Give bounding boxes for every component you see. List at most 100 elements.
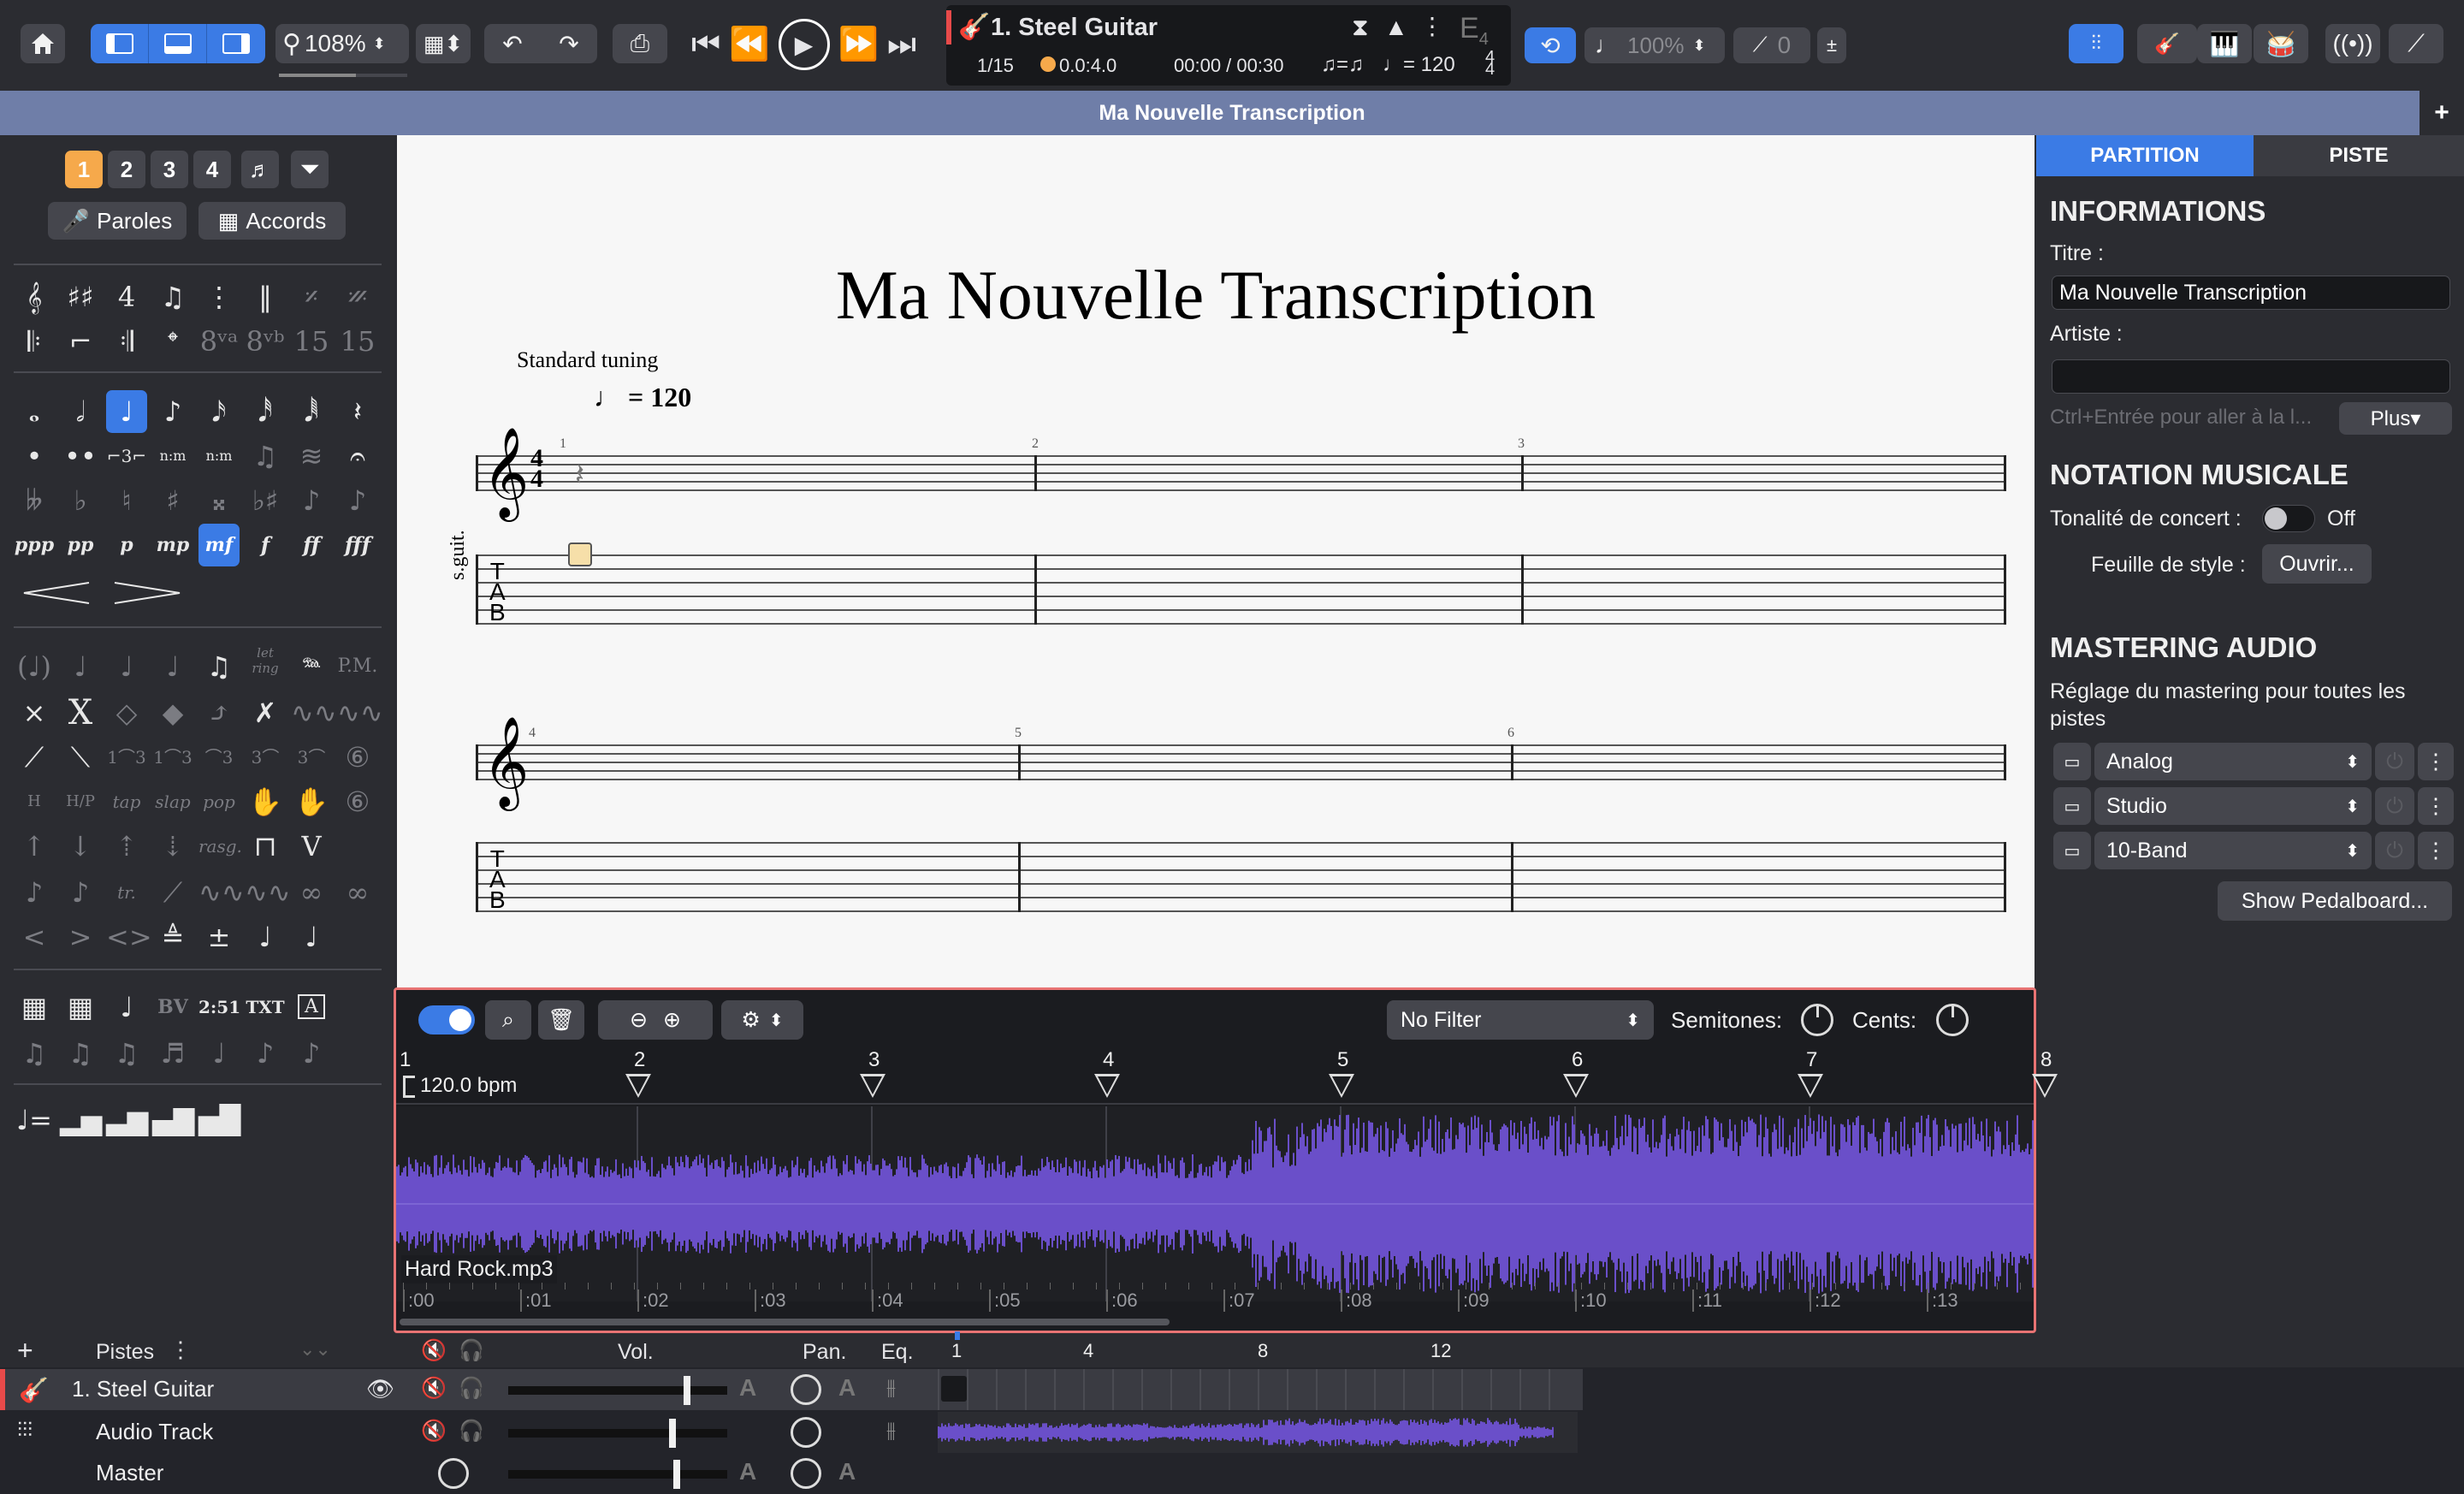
chevron-down-icon[interactable]: ⌄⌄ bbox=[299, 1338, 331, 1361]
slap-icon[interactable]: slap bbox=[152, 780, 193, 823]
dynamic-mf[interactable]: mf bbox=[198, 524, 240, 566]
power-icon[interactable]: ⏻ bbox=[2375, 787, 2414, 825]
circled-6-icon[interactable]: ⑥ bbox=[337, 780, 378, 823]
beat-marker-icon[interactable] bbox=[860, 1074, 886, 1098]
eighth-note-icon[interactable]: ♪ bbox=[152, 390, 193, 433]
track-row[interactable]: Master A A bbox=[0, 1453, 1583, 1494]
coda-icon[interactable]: 𝄌 bbox=[152, 320, 193, 363]
ottava-bassa-icon[interactable]: 8ᵛᵇ bbox=[245, 320, 286, 363]
sharp-icon[interactable]: ♯ bbox=[152, 479, 193, 522]
eye-icon[interactable]: 👁 bbox=[366, 1376, 394, 1402]
track-name[interactable]: Master bbox=[96, 1460, 163, 1486]
chord-grid-2-icon[interactable]: ▦ bbox=[60, 986, 101, 1029]
left-hand-icon[interactable]: ✋ bbox=[245, 780, 286, 823]
arpeggio-icon[interactable]: ♪ bbox=[14, 871, 55, 914]
track-title[interactable]: 1. Steel Guitar bbox=[991, 14, 1158, 42]
zoom-out-icon[interactable]: ⊖ bbox=[630, 1007, 648, 1033]
count-stepper[interactable]: ± bbox=[1817, 27, 1846, 63]
beat-ruler[interactable]: 1 2 3 4 5 6 7 8 bbox=[396, 1048, 2058, 1101]
whammy-icon[interactable]: ✗ bbox=[245, 691, 286, 734]
tremolo-icon[interactable]: ≋ bbox=[291, 435, 332, 477]
trill-icon[interactable]: tr. bbox=[106, 871, 147, 914]
fast-forward-icon[interactable]: ⏩ bbox=[838, 26, 879, 63]
piano-view-button[interactable]: 🎹 bbox=[2197, 24, 2252, 63]
staccato-icon[interactable]: ♩ bbox=[152, 645, 193, 688]
timer-text-icon[interactable]: 2:51 bbox=[198, 986, 240, 1029]
pan-knob[interactable] bbox=[791, 1458, 821, 1489]
show-pedalboard-button[interactable]: Show Pedalboard... bbox=[2218, 881, 2452, 921]
skip-start-icon[interactable]: ⏮ bbox=[691, 27, 720, 63]
let-ring-icon[interactable]: let ring bbox=[245, 645, 286, 688]
bottom-panel-toggle[interactable] bbox=[149, 24, 207, 63]
mastering-select[interactable]: 10-Band ⬍ bbox=[2094, 832, 2372, 869]
dynamic-pp[interactable]: pp bbox=[60, 524, 101, 566]
beat-marker-icon[interactable] bbox=[1094, 1074, 1120, 1098]
automation-icon[interactable]: A bbox=[739, 1374, 756, 1402]
tempo-display[interactable]: ♩= 120 bbox=[1383, 53, 1455, 77]
beam-icon[interactable]: ♫ bbox=[60, 1032, 101, 1075]
clef-icon[interactable]: 𝄞 bbox=[14, 276, 55, 318]
voice-2-button[interactable]: 2 bbox=[108, 151, 145, 188]
beam-2-icon[interactable]: ♫ bbox=[106, 1032, 147, 1075]
repeat-end-icon[interactable]: 𝄇 bbox=[106, 320, 147, 363]
beat-marker-icon[interactable] bbox=[1798, 1074, 1823, 1098]
swing-indicator[interactable]: ♫=♫ bbox=[1321, 53, 1364, 77]
fade-out-icon[interactable]: ± bbox=[198, 916, 240, 958]
grace-note-on-icon[interactable]: ♪ bbox=[337, 479, 378, 522]
quarter-note-icon[interactable]: ♩ bbox=[106, 390, 147, 433]
more-icon[interactable]: ⋮ bbox=[2418, 832, 2454, 869]
guitar-view-icon[interactable]: 🎸 bbox=[2154, 32, 2180, 56]
filter-select[interactable]: No Filter ⬍ bbox=[1387, 1000, 1654, 1040]
undo-button[interactable]: ↶ bbox=[484, 30, 541, 58]
whole-note-icon[interactable]: 𝅝 bbox=[14, 390, 55, 433]
custom-tuplet-icon[interactable]: n:m bbox=[198, 435, 240, 477]
dotted-bar-icon[interactable]: ⋮ bbox=[198, 276, 240, 318]
fermata-icon[interactable]: 𝄐 bbox=[337, 435, 378, 477]
voice-1-button[interactable]: 1 bbox=[65, 151, 103, 188]
greater-than-icon[interactable]: > bbox=[60, 916, 101, 958]
collapse-icon[interactable]: ⏷ bbox=[291, 151, 329, 188]
track-row[interactable]: 🎸 1. Steel Guitar 👁 🔇 🎧 A A ⫵ bbox=[0, 1369, 1583, 1410]
loop-wave-2-icon[interactable]: ∞ bbox=[337, 871, 378, 914]
volume-handle[interactable] bbox=[672, 1460, 680, 1489]
voice-4-button[interactable]: 4 bbox=[193, 151, 231, 188]
beat-marker-icon[interactable] bbox=[1563, 1074, 1589, 1098]
vibrato-icon[interactable]: ∿∿ bbox=[291, 691, 337, 734]
selected-bar[interactable] bbox=[941, 1376, 967, 1402]
effect-icon[interactable]: ▭ bbox=[2053, 743, 2091, 780]
playhead-marker[interactable] bbox=[955, 1331, 960, 1340]
dynamic-mp[interactable]: mp bbox=[152, 524, 193, 566]
key-signature-icon[interactable]: ♯♯ bbox=[60, 276, 101, 318]
more-button[interactable]: Plus▾ bbox=[2339, 402, 2452, 435]
downstroke-icon[interactable]: ⊓ bbox=[245, 825, 286, 868]
dead-note-icon[interactable]: × bbox=[14, 691, 55, 734]
title-field[interactable]: Ma Nouvelle Transcription bbox=[2052, 276, 2450, 310]
print-button[interactable]: ⎙ bbox=[613, 24, 667, 63]
more-icon[interactable]: ⋮ bbox=[2418, 787, 2454, 825]
dynamic-ff[interactable]: ff bbox=[291, 524, 332, 566]
volume-slider[interactable] bbox=[508, 1376, 727, 1405]
solo-all-icon[interactable]: 🎧 bbox=[459, 1338, 484, 1363]
slide-in-icon[interactable]: ⟋ bbox=[14, 736, 55, 779]
redo-button[interactable]: ↷ bbox=[541, 30, 597, 58]
beam-3-icon[interactable]: ♬ bbox=[152, 1032, 193, 1075]
metronome-icon[interactable]: ▲ bbox=[1384, 14, 1408, 41]
auto-beam-icon[interactable]: ♫ bbox=[14, 1032, 55, 1075]
less-than-icon[interactable]: < bbox=[14, 916, 55, 958]
double-bar-icon[interactable]: ‖ bbox=[245, 276, 286, 318]
sixteenth-note-icon[interactable]: 𝅘𝅥𝅯 bbox=[198, 390, 240, 433]
artist-field[interactable] bbox=[2052, 359, 2450, 394]
effect-icon[interactable]: ▭ bbox=[2053, 787, 2091, 825]
rewind-icon[interactable]: ⏪ bbox=[729, 26, 769, 63]
tuning-label[interactable]: Standard tuning bbox=[517, 347, 658, 373]
hammer-pull-icon[interactable]: H/P bbox=[60, 780, 101, 823]
beat-marker-icon[interactable] bbox=[625, 1074, 651, 1098]
half-note-icon[interactable]: 𝅗𝅥 bbox=[60, 390, 101, 433]
chords-button[interactable]: ▦ Accords bbox=[198, 202, 346, 240]
dotted-icon[interactable]: • bbox=[14, 435, 55, 477]
lyric-note-icon[interactable]: ♩ bbox=[106, 986, 147, 1029]
volume-handle[interactable] bbox=[684, 1376, 690, 1405]
slide-down-icon[interactable]: 3⌒ bbox=[291, 736, 332, 779]
pan-automation-icon[interactable]: A bbox=[838, 1374, 856, 1402]
wavy-2-icon[interactable]: ∿∿ bbox=[245, 871, 291, 914]
